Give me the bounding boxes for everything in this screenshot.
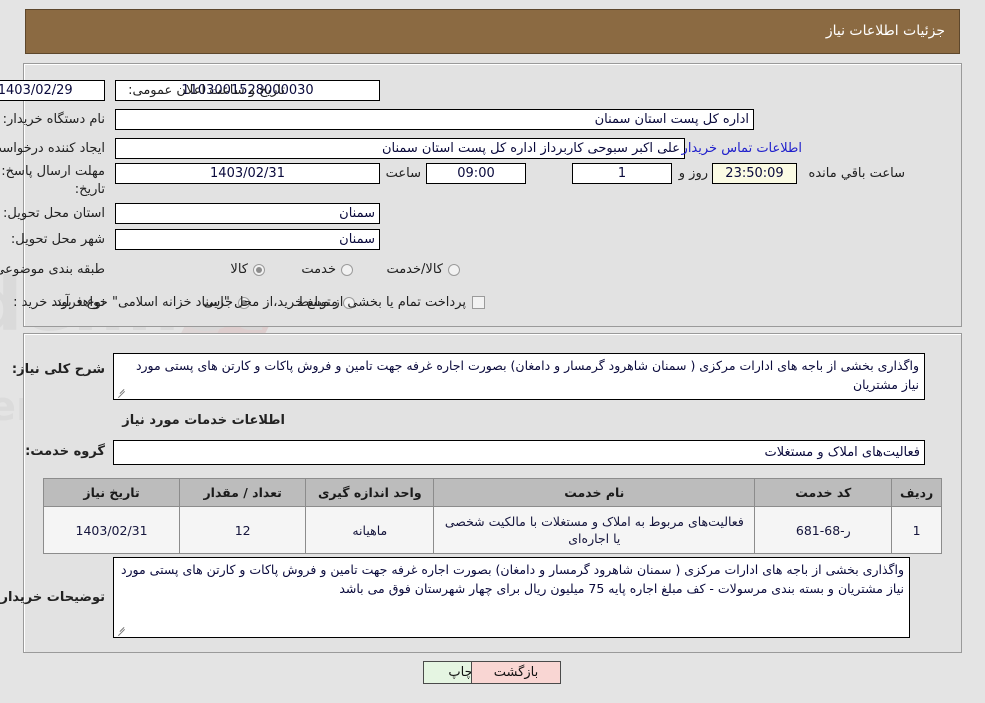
treasury-bond-checkbox-row[interactable]: پرداخت تمام یا بخشی از مبلغ خرید،از محل … [51,295,485,310]
radio-category-goods-service[interactable]: کالا/خدمت [386,262,460,277]
days-label: روز و [678,166,708,181]
need-info-panel [23,63,962,327]
buyer-notes-textarea[interactable]: واگذاری بخشی از باجه های ادارات مرکزی ( … [113,557,910,638]
overview-textarea[interactable]: واگذاری بخشی از باجه های ادارات مرکزی ( … [113,353,925,400]
buyer-contact-link[interactable]: اطلاعات تماس خریدار [682,141,802,156]
treasury-bond-label: پرداخت تمام یا بخشی از مبلغ خرید،از محل … [51,295,466,310]
announce-datetime-label: تاریخ و ساعت اعلان عمومی: [128,83,285,98]
cell-quantity: 12 [179,506,307,554]
col-unit: واحد اندازه گیری [305,478,435,507]
page-header-bar: جزئیات اطلاعات نیاز [25,9,960,54]
remaining-days-value: 1 [572,163,672,184]
buyer-org-value: اداره کل پست استان سمنان [115,109,754,130]
services-section-heading: اطلاعات خدمات مورد نیاز [122,413,285,428]
treasury-bond-checkbox[interactable] [472,296,485,309]
page-root: AriaTender.net AriaTender.net جزئیات اطل… [0,0,985,703]
radio-category-goods-service-label: کالا/خدمت [386,262,443,277]
deadline-label-line2: تاریخ: [74,182,105,197]
col-quantity: تعداد / مقدار [179,478,307,507]
radio-category-goods-label: کالا [230,262,248,277]
creator-label: ایجاد کننده درخواست: [0,141,105,156]
radio-indicator[interactable] [253,263,265,276]
countdown-value: 23:50:09 [712,163,797,184]
countdown-label: ساعت باقي مانده [808,166,905,181]
col-service-name: نام خدمت [433,478,756,507]
delivery-province-value: سمنان [115,203,380,224]
buyer-notes-label: توضیحات خریدار: [0,590,105,605]
overview-text: واگذاری بخشی از باجه های ادارات مرکزی ( … [135,358,919,392]
resize-grip-icon[interactable] [116,625,127,636]
announce-datetime-value: 1403/02/29 - 08:58 [0,80,105,101]
back-button[interactable]: بازگشت [471,661,561,684]
delivery-city-label: شهر محل تحویل: [10,232,105,247]
resize-grip-icon[interactable] [116,387,127,398]
services-table: ردیف کد خدمت نام خدمت واحد اندازه گیری ت… [42,478,942,554]
col-need-date: تاریخ نیاز [42,478,181,507]
service-group-label: گروه خدمت: [25,444,105,459]
radio-indicator[interactable] [341,263,353,276]
cell-service-code: ر-68-681 [754,506,893,554]
overview-label: شرح کلی نیاز: [11,362,105,377]
radio-indicator[interactable] [448,263,460,276]
table-row: 1 ر-68-681 فعالیت‌های مربوط به املاک و م… [42,506,942,554]
cell-service-name: فعالیت‌های مربوط به املاک و مستغلات با م… [433,506,756,554]
hour-label: ساعت [385,166,421,181]
buyer-notes-text: واگذاری بخشی از باجه های ادارات مرکزی ( … [120,562,904,596]
deadline-time-value: 09:00 [426,163,526,184]
service-group-value: فعالیت‌های املاک و مستغلات [113,440,925,465]
radio-category-service-label: خدمت [301,262,336,277]
subject-category-label: طبقه بندی موضوعی: [0,262,105,277]
deadline-date-value: 1403/02/31 [115,163,380,184]
deadline-label-line1: مهلت ارسال پاسخ: تا [0,164,105,179]
cell-need-date: 1403/02/31 [42,506,181,554]
col-row-no: ردیف [891,478,942,507]
delivery-province-label: استان محل تحویل: [3,206,105,221]
table-header-row: ردیف کد خدمت نام خدمت واحد اندازه گیری ت… [42,478,942,507]
radio-category-goods[interactable]: کالا [230,262,265,277]
cell-unit: ماهیانه [305,506,435,554]
buyer-org-label: نام دستگاه خریدار: [2,112,105,127]
col-service-code: کد خدمت [754,478,893,507]
delivery-city-value: سمنان [115,229,380,250]
page-title: جزئیات اطلاعات نیاز [825,23,945,39]
creator-value: علی اکبر سبوحی کاربرداز اداره کل پست است… [115,138,685,159]
cell-row-no: 1 [891,506,942,554]
radio-category-service[interactable]: خدمت [301,262,353,277]
